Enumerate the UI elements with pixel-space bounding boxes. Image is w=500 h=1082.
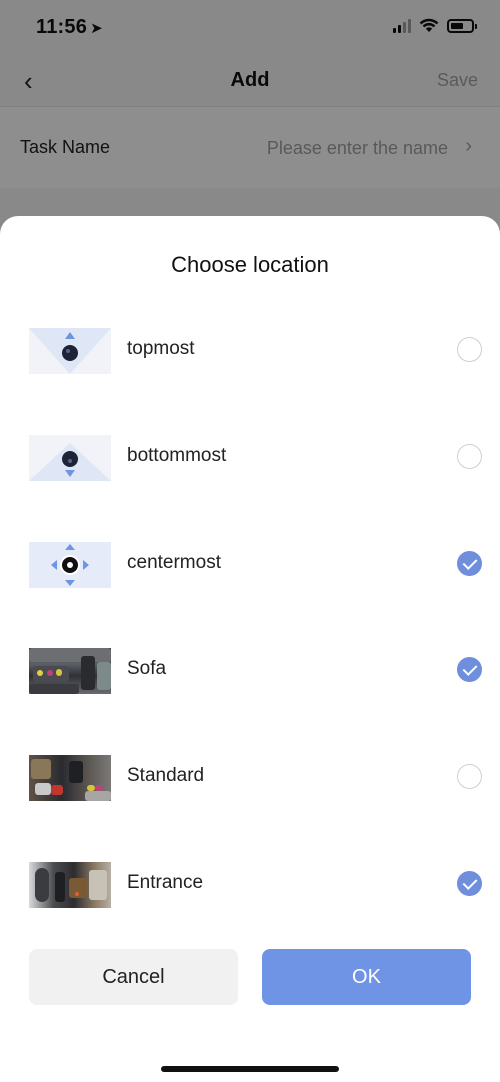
sofa-photo-thumbnail bbox=[29, 648, 111, 694]
location-label: bottommost bbox=[127, 445, 227, 466]
radio-unchecked-icon[interactable] bbox=[457, 337, 482, 362]
location-item-sofa[interactable]: Sofa bbox=[0, 644, 500, 704]
sheet-title: Choose location bbox=[171, 252, 329, 277]
location-item-topmost[interactable]: topmost bbox=[0, 324, 500, 384]
radio-checked-icon[interactable] bbox=[457, 657, 482, 682]
location-label: Entrance bbox=[127, 872, 204, 893]
ok-button[interactable]: OK bbox=[262, 949, 471, 1005]
location-label: Sofa bbox=[127, 658, 167, 679]
home-indicator[interactable] bbox=[161, 1066, 339, 1072]
location-label: topmost bbox=[127, 338, 195, 359]
camera-up-diagram-icon bbox=[29, 328, 111, 374]
cancel-button[interactable]: Cancel bbox=[29, 949, 238, 1005]
radio-unchecked-icon[interactable] bbox=[457, 764, 482, 789]
camera-down-diagram-icon bbox=[29, 435, 111, 481]
location-item-standard[interactable]: Standard bbox=[0, 751, 500, 811]
camera-center-diagram-icon bbox=[29, 542, 111, 588]
standard-photo-thumbnail bbox=[29, 755, 111, 801]
location-item-bottommost[interactable]: bottommost bbox=[0, 431, 500, 491]
location-label: centermost bbox=[127, 552, 221, 573]
radio-unchecked-icon[interactable] bbox=[457, 444, 482, 469]
entrance-photo-thumbnail bbox=[29, 862, 111, 908]
radio-checked-icon[interactable] bbox=[457, 551, 482, 576]
location-item-centermost[interactable]: centermost bbox=[0, 538, 500, 598]
location-label: Standard bbox=[127, 765, 205, 786]
location-item-entrance[interactable]: Entrance bbox=[0, 858, 500, 918]
radio-checked-icon[interactable] bbox=[457, 871, 482, 896]
